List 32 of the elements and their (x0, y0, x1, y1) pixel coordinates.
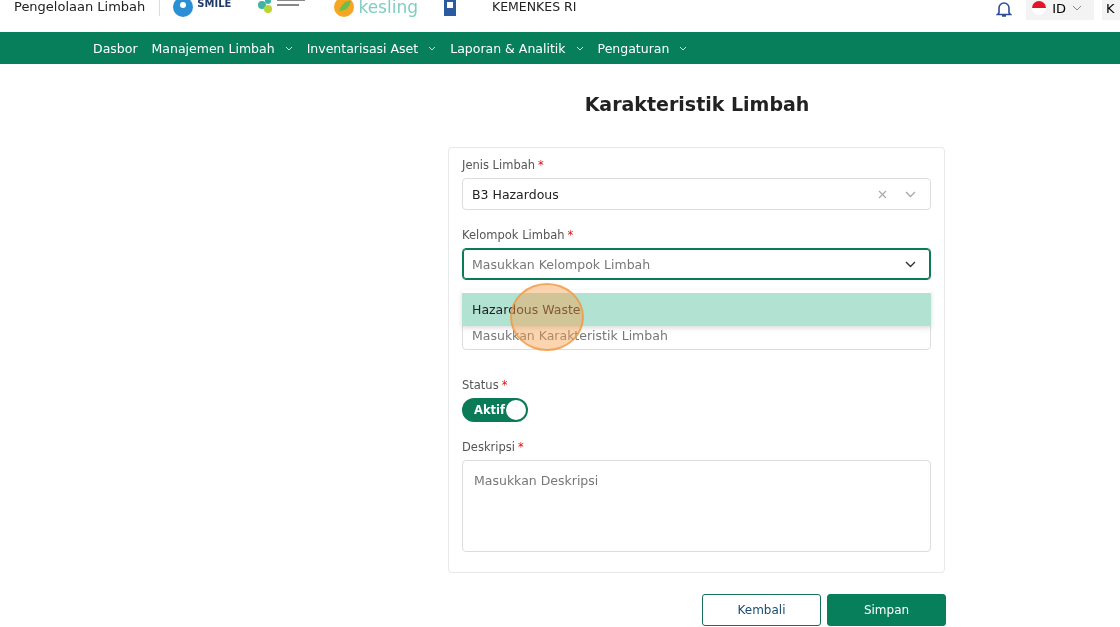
nav-item[interactable]: Inventarisasi Aset (306, 40, 437, 56)
field-label: Kelompok Limbah (462, 228, 565, 242)
nav-item[interactable]: Pengaturan (597, 40, 688, 56)
description-field[interactable]: Masukkan Deskripsi (462, 460, 931, 552)
language-selector[interactable]: ID (1026, 0, 1094, 20)
required-mark: * (567, 228, 574, 242)
page-title: Karakteristik Limbah (583, 92, 811, 116)
notification-bell-icon[interactable] (996, 0, 1013, 18)
back-button[interactable]: Kembali (702, 594, 821, 626)
required-mark: * (538, 158, 544, 172)
field-label: Status (462, 378, 499, 392)
field-label: Deskripsi (462, 440, 515, 454)
chevron-down-icon (284, 45, 293, 51)
nav-item[interactable]: Manajemen Limbah (151, 40, 293, 56)
chevron-down-icon (428, 45, 437, 51)
nav-item[interactable]: Dasbor (93, 40, 138, 56)
nav-item[interactable]: Laporan & Analitik (450, 40, 584, 56)
save-button[interactable]: Simpan (827, 594, 946, 626)
chevron-down-icon (1072, 5, 1082, 11)
required-mark: * (501, 378, 508, 392)
user-menu[interactable]: K (1102, 0, 1120, 20)
chevron-down-icon[interactable] (905, 260, 916, 268)
status-toggle[interactable]: Aktif (462, 398, 528, 422)
organization-name: KEMENKES RI (492, 0, 577, 16)
select-field[interactable]: Masukkan Kelompok Limbah (462, 248, 931, 280)
field-label: Jenis Limbah (462, 158, 536, 172)
app-name: Pengelolaan Limbah (14, 0, 146, 16)
kesling-logo: kesling (333, 0, 418, 18)
chevron-down-icon (679, 45, 688, 51)
chevron-down-icon (575, 45, 584, 51)
flag-icon (1032, 1, 1047, 15)
required-mark: * (518, 440, 524, 454)
